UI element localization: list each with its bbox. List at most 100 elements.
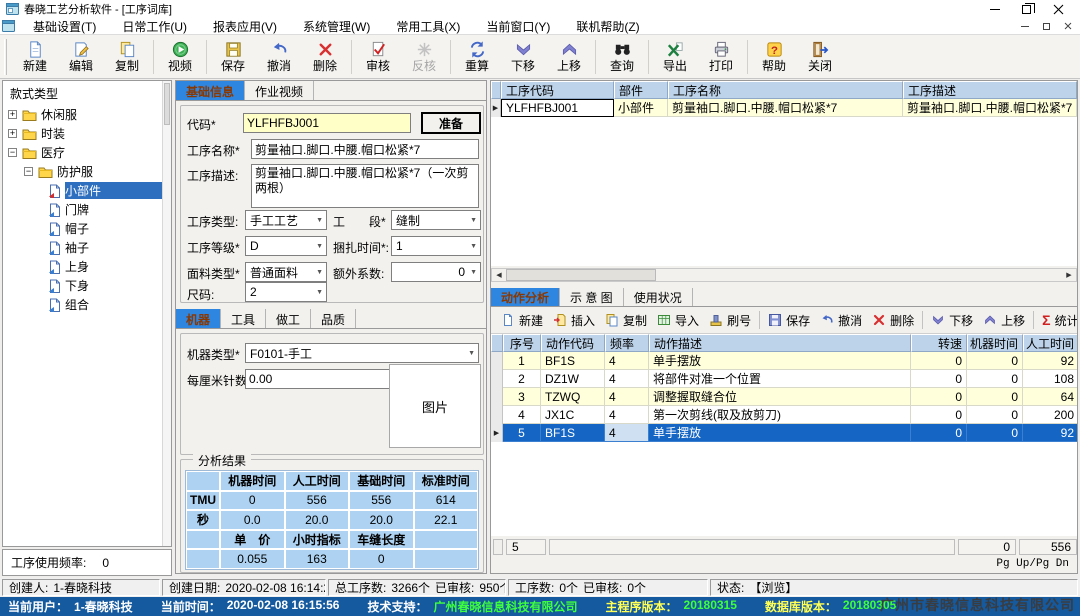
tab-quality[interactable]: 品质	[311, 309, 356, 328]
minimize-icon[interactable]	[990, 9, 1000, 10]
action-move-down-button[interactable]: 下移	[926, 310, 978, 331]
action-row[interactable]: 1 BF1S 4 单手摆放 0 0 92	[491, 352, 1078, 370]
pager-hint: Pg Up/Pg Dn	[996, 558, 1069, 570]
menu-item-system[interactable]: 系统管理(W)	[290, 18, 383, 35]
tab-basic-info[interactable]: 基础信息	[176, 81, 245, 100]
new-button[interactable]: 新建	[12, 36, 58, 77]
audited-value: 950个	[479, 579, 506, 596]
tab-usage-status[interactable]: 使用状况	[624, 288, 693, 306]
mdi-close-icon[interactable]	[1064, 22, 1072, 30]
menu-item-tools[interactable]: 常用工具(X)	[383, 18, 473, 35]
move-down-icon	[931, 313, 945, 327]
menu-item-base-settings[interactable]: 基础设置(T)	[20, 18, 109, 35]
tree-item-small-parts[interactable]: 小部件	[3, 181, 171, 200]
tree-item-placket[interactable]: 门牌	[3, 200, 171, 219]
bundle-time-select[interactable]: 1▼	[391, 236, 481, 256]
scrollbar-thumb[interactable]	[506, 269, 656, 281]
analysis-result-title: 分析结果	[193, 452, 251, 469]
tab-work-video[interactable]: 作业视频	[245, 81, 314, 100]
action-row[interactable]: 3 TZWQ 4 调整握取缝合位 0 0 64	[491, 388, 1078, 406]
tab-workmanship[interactable]: 做工	[266, 309, 311, 328]
scrollbar-thumb[interactable]	[164, 83, 170, 125]
section-select[interactable]: 缝制▼	[391, 210, 481, 230]
mdi-restore-icon[interactable]	[1043, 23, 1050, 30]
size-select[interactable]: 2▼	[245, 282, 327, 302]
export-button[interactable]: 导出	[652, 36, 698, 77]
tree-item-medical[interactable]: − 医疗	[3, 143, 171, 162]
tree-item-sleeve[interactable]: 袖子	[3, 238, 171, 257]
delete-button[interactable]: 删除	[302, 36, 348, 77]
action-renumber-button[interactable]: 刷号	[704, 310, 756, 331]
window-title: 春晓工艺分析软件 - [工序词库]	[24, 1, 172, 17]
undo-button[interactable]: 撤消	[256, 36, 302, 77]
expander-collapsed-icon[interactable]: +	[8, 129, 17, 138]
menu-item-current-window[interactable]: 当前窗口(Y)	[473, 18, 563, 35]
action-copy-button[interactable]: 复制	[600, 310, 652, 331]
expander-expanded-icon[interactable]: −	[8, 148, 17, 157]
process-desc-input[interactable]: 剪量袖口.脚口.中腰.帽口松紧*7（一次剪两根）	[251, 164, 479, 208]
expander-collapsed-icon[interactable]: +	[8, 110, 17, 119]
scroll-right-icon[interactable]: ▶	[1062, 269, 1076, 281]
move-down-button[interactable]: 下移	[500, 36, 546, 77]
tree-item-lower-body[interactable]: 下身	[3, 276, 171, 295]
toolbar-separator	[153, 40, 154, 74]
action-undo-button[interactable]: 撤消	[815, 310, 867, 331]
tree-item-casual[interactable]: + 休闲服	[3, 105, 171, 124]
stitch-density-input[interactable]: 0.00	[245, 369, 401, 389]
tab-diagram[interactable]: 示 意 图	[560, 288, 624, 306]
action-statistics-button[interactable]: Σ 统计	[1037, 310, 1078, 331]
close-icon[interactable]	[1053, 4, 1064, 15]
restore-icon[interactable]	[1022, 5, 1031, 14]
tree-scrollbar[interactable]	[162, 81, 171, 546]
prepare-button[interactable]: 准备	[421, 112, 481, 134]
audit-button[interactable]: 审核	[355, 36, 401, 77]
audited2-label: 已审核:	[583, 579, 622, 596]
fabric-type-select[interactable]: 普通面料▼	[245, 262, 327, 282]
tab-action-analysis[interactable]: 动作分析	[491, 288, 560, 306]
print-button[interactable]: 打印	[698, 36, 744, 77]
action-row-selected[interactable]: ▶ 5 BF1S 4 单手摆放 0 0 92	[491, 424, 1078, 442]
move-up-button[interactable]: 上移	[546, 36, 592, 77]
action-grid-header: 序号 动作代码 频率 动作描述 转速 机器时间 人工时间	[491, 334, 1078, 352]
mdi-minimize-icon[interactable]	[1021, 26, 1029, 27]
extra-coef-select[interactable]: 0▼	[391, 262, 481, 282]
action-move-up-button[interactable]: 上移	[978, 310, 1030, 331]
recalc-button[interactable]: 重算	[454, 36, 500, 77]
save-button[interactable]: 保存	[210, 36, 256, 77]
toolbar-separator	[206, 40, 207, 74]
scroll-left-icon[interactable]: ◀	[492, 269, 506, 281]
tab-tools[interactable]: 工具	[221, 309, 266, 328]
menu-item-help[interactable]: 联机帮助(Z)	[563, 18, 652, 35]
search-button[interactable]: 查询	[599, 36, 645, 77]
action-delete-button[interactable]: 删除	[867, 310, 919, 331]
menu-item-daily-work[interactable]: 日常工作(U)	[109, 18, 200, 35]
action-row[interactable]: 4 JX1C 4 第一次剪线(取及放剪刀) 0 0 200	[491, 406, 1078, 424]
help-button[interactable]: ? 帮助	[751, 36, 797, 77]
action-insert-button[interactable]: 插入	[548, 310, 600, 331]
expander-expanded-icon[interactable]: −	[24, 167, 33, 176]
grade-select[interactable]: D▼	[245, 236, 327, 256]
process-grid-row[interactable]: ▶ YLFHFBJ001 小部件 剪量袖口.脚口.中腰.帽口松紧*7 剪量袖口.…	[491, 99, 1077, 117]
action-save-button[interactable]: 保存	[763, 310, 815, 331]
action-import-button[interactable]: 导入	[652, 310, 704, 331]
video-button[interactable]: 视频	[157, 36, 203, 77]
process-grid-hscrollbar[interactable]: ◀ ▶	[491, 268, 1077, 282]
process-type-select[interactable]: 手工工艺▼	[245, 210, 327, 230]
action-new-button[interactable]: 新建	[496, 310, 548, 331]
tree-item-upper-body[interactable]: 上身	[3, 257, 171, 276]
process-name-input[interactable]: 剪量袖口.脚口.中腰.帽口松紧*7	[251, 139, 479, 159]
tree-item-fashion[interactable]: + 时装	[3, 124, 171, 143]
tree-item-combination[interactable]: 组合	[3, 295, 171, 314]
machine-type-select[interactable]: F0101-手工▼	[245, 343, 479, 363]
copy-button[interactable]: 复制	[104, 36, 150, 77]
exit-button[interactable]: 关闭	[797, 36, 843, 77]
row-indicator-icon: ▶	[491, 99, 501, 117]
code-input[interactable]: YLFHFBJ001	[243, 113, 411, 133]
tab-machine[interactable]: 机器	[176, 309, 221, 328]
edit-button[interactable]: 编辑	[58, 36, 104, 77]
action-row[interactable]: 2 DZ1W 4 将部件对准一个位置 0 0 108	[491, 370, 1078, 388]
section-label: 工 段*	[333, 213, 386, 230]
tree-item-hat[interactable]: 帽子	[3, 219, 171, 238]
tree-item-protective[interactable]: − 防护服	[3, 162, 171, 181]
menu-item-reports[interactable]: 报表应用(V)	[200, 18, 290, 35]
